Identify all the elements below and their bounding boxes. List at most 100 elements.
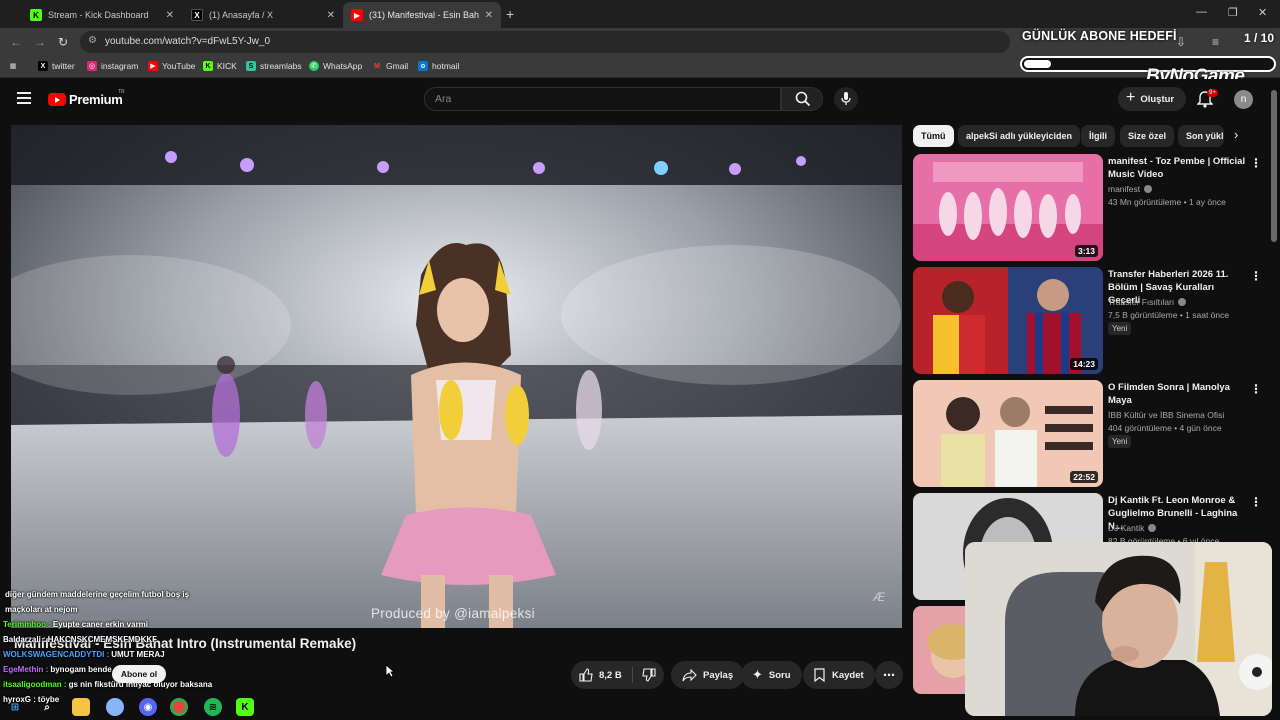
save-button[interactable]: Kaydet: [803, 661, 875, 689]
more-actions-icon[interactable]: ⋯: [875, 661, 903, 689]
video-thumbnail[interactable]: 22:52: [913, 380, 1103, 487]
more-options-icon[interactable]: ⋮: [1250, 382, 1262, 396]
chevron-right-icon[interactable]: ›: [1234, 127, 1238, 142]
thumbs-up-icon: [579, 668, 593, 682]
tab-kick-dashboard[interactable]: K Stream - Kick Dashboard ✕: [22, 2, 182, 28]
dislike-button[interactable]: [633, 661, 664, 689]
restore-icon[interactable]: ❐: [1228, 6, 1238, 19]
x-icon: X: [191, 9, 203, 21]
chat-message: diğer gündem maddelerine geçelim futbol …: [3, 590, 189, 599]
bookmark-instagram[interactable]: ◎ instagram: [87, 61, 138, 71]
bookmark-gmail[interactable]: M Gmail: [372, 61, 408, 71]
more-options-icon[interactable]: ⋮: [1250, 495, 1262, 509]
search-input[interactable]: [435, 93, 755, 105]
forward-icon[interactable]: →: [34, 35, 46, 49]
search-box: [424, 87, 781, 111]
recommendation-item[interactable]: 3:13 manifest - Toz Pembe | Official Mus…: [912, 154, 1267, 262]
tab-x-home[interactable]: X (1) Anasayfa / X ✕: [183, 2, 343, 28]
subscribe-button[interactable]: Abone ol: [112, 665, 166, 683]
chip-related[interactable]: İlgili: [1081, 125, 1115, 147]
taskbar: ⊞ ⌕ ◉ ≋ K: [0, 694, 270, 720]
search-icon[interactable]: ⌕: [38, 698, 56, 716]
tab-youtube-video[interactable]: ▶ (31) Manifestival - Esin Bahat In ✕: [343, 2, 501, 28]
kick-icon: K: [30, 9, 42, 21]
windows-icon[interactable]: ⊞: [6, 698, 24, 716]
scrollbar[interactable]: [1271, 90, 1277, 242]
channel-name[interactable]: Transfer Fısıltıları: [1108, 297, 1187, 307]
close-icon[interactable]: ✕: [327, 10, 335, 21]
video-thumbnail[interactable]: 14:23: [913, 267, 1103, 374]
channel-label: manifest: [1108, 184, 1141, 194]
site-info-icon[interactable]: ⚙: [88, 35, 97, 46]
tab-title: (31) Manifestival - Esin Bahat In: [369, 10, 479, 20]
avatar[interactable]: n: [1234, 90, 1253, 109]
ae-watermark-icon: Æ: [873, 590, 885, 604]
video-frame: [11, 125, 902, 628]
recommendation-item[interactable]: 14:23 Transfer Haberleri 2026 11. Bölüm …: [912, 267, 1267, 375]
youtube-header: Premium TR + Oluştur 9+ n: [0, 79, 1280, 121]
recommendation-title[interactable]: O Filmden Sonra | Manolya Maya: [1108, 381, 1248, 407]
file-explorer-icon[interactable]: [72, 698, 90, 716]
chip-recently-uploaded[interactable]: Son yükl: [1178, 125, 1224, 147]
tab-title: (1) Anasayfa / X: [209, 10, 274, 20]
chip-all[interactable]: Tümü: [913, 125, 954, 147]
ask-button[interactable]: ✦ Soru: [741, 661, 802, 689]
bookmark-label: Gmail: [386, 61, 409, 71]
menu-icon[interactable]: [17, 92, 31, 104]
bookmark-streamlabs[interactable]: Sstreamlabs: [246, 61, 302, 71]
chat-message: maçkoları at nejom: [3, 605, 77, 614]
app-icon[interactable]: [106, 698, 124, 716]
recommendation-item[interactable]: 22:52 O Filmden Sonra | Manolya Maya İBB…: [912, 380, 1267, 488]
bookmark-youtube[interactable]: ▶ YouTube: [148, 61, 195, 71]
channel-name[interactable]: DJ Kantik: [1108, 523, 1157, 533]
recommendation-title[interactable]: manifest - Toz Pembe | Official Music Vi…: [1108, 155, 1248, 181]
youtube-icon: [48, 93, 66, 106]
chip-for-you[interactable]: Size özel: [1120, 125, 1175, 147]
outlook-icon: o: [418, 61, 428, 71]
channel-name[interactable]: İBB Kültür ve İBB Sinema Ofisi: [1108, 410, 1224, 420]
close-icon[interactable]: ✕: [485, 10, 493, 21]
share-icon: [682, 668, 697, 681]
playlist-icon[interactable]: ≡: [1212, 35, 1219, 49]
voice-search-button[interactable]: [834, 87, 858, 111]
bookmark-label: streamlabs: [260, 61, 302, 71]
video-thumbnail[interactable]: 3:13: [913, 154, 1103, 261]
close-window-icon[interactable]: ✕: [1258, 6, 1267, 19]
notifications-badge: 9+: [1207, 89, 1218, 97]
url-text: youtube.com/watch?v=dFwL5Y-Jw_0: [105, 36, 270, 47]
discord-icon[interactable]: ◉: [139, 698, 157, 716]
search-button[interactable]: [781, 87, 823, 111]
more-options-icon[interactable]: ⋮: [1250, 156, 1262, 170]
bookmark-hotmail[interactable]: o hotmail: [418, 61, 459, 71]
chrome-icon[interactable]: [170, 698, 188, 716]
bookmark-twitter[interactable]: Xtwitter: [38, 61, 75, 71]
video-player[interactable]: Produced by @iamalpeksi Æ: [11, 125, 902, 628]
like-button[interactable]: 8,2 B: [571, 661, 632, 689]
new-tab-button[interactable]: +: [506, 6, 514, 22]
spotify-icon[interactable]: ≋: [204, 698, 222, 716]
channel-name[interactable]: manifest: [1108, 184, 1153, 194]
download-icon[interactable]: ⇩: [1176, 35, 1186, 49]
video-meta: 7,5 B görüntüleme • 1 saat önce: [1108, 310, 1230, 320]
webcam-overlay: [965, 542, 1272, 716]
bookmark-whatsapp[interactable]: ✆ WhatsApp: [309, 61, 362, 71]
create-button[interactable]: + Oluştur: [1118, 87, 1186, 111]
more-options-icon[interactable]: ⋮: [1250, 269, 1262, 283]
thumbs-down-icon: [641, 668, 656, 682]
minimize-icon[interactable]: —: [1196, 6, 1207, 18]
bookmark-kick[interactable]: K KICK: [203, 61, 237, 71]
chip-from-uploader[interactable]: alpekSi adlı yükleyiciden: [958, 125, 1081, 147]
video-duration: 14:23: [1070, 358, 1098, 370]
kick-icon[interactable]: K: [236, 698, 254, 716]
apps-icon[interactable]: ▦: [8, 61, 22, 71]
kick-icon: K: [203, 61, 213, 71]
back-icon[interactable]: ←: [10, 35, 22, 49]
reload-icon[interactable]: ↻: [58, 35, 68, 49]
share-button[interactable]: Paylaş: [671, 661, 745, 689]
address-bar[interactable]: ⚙ youtube.com/watch?v=dFwL5Y-Jw_0: [80, 31, 1010, 53]
close-icon[interactable]: ✕: [166, 10, 174, 21]
new-badge: Yeni: [1108, 322, 1132, 335]
youtube-premium-logo[interactable]: Premium TR: [48, 89, 125, 107]
bookmark-label: KICK: [217, 61, 237, 71]
chat-text: diğer gündem maddelerine geçelim futbol …: [5, 590, 190, 599]
